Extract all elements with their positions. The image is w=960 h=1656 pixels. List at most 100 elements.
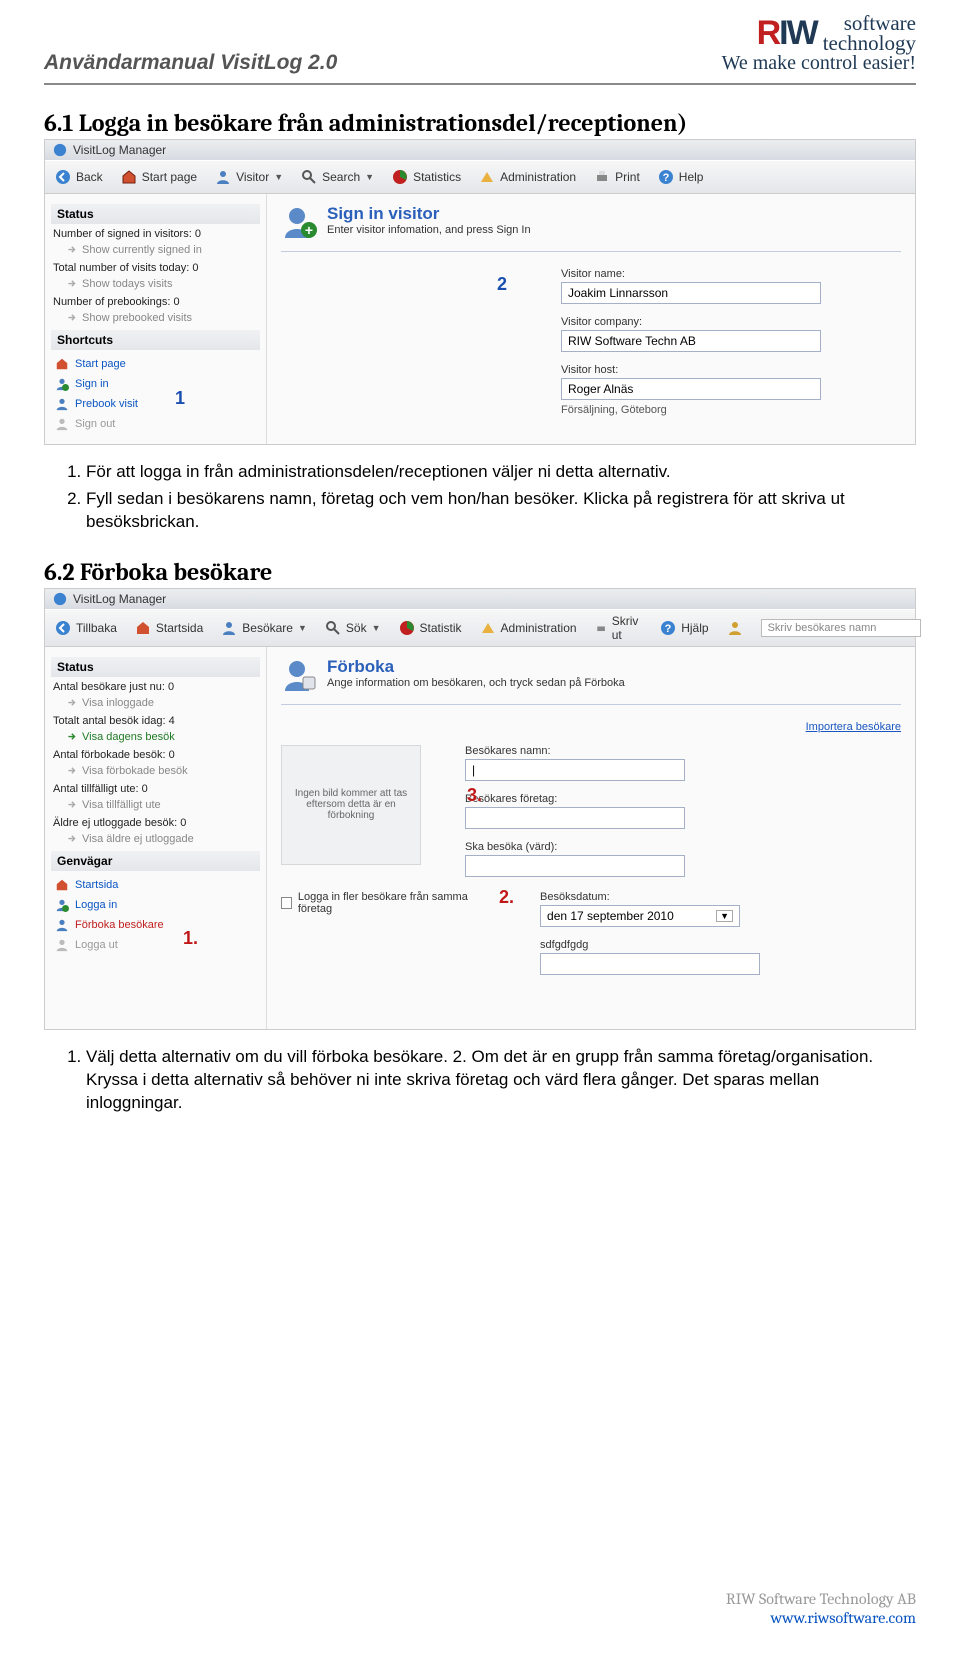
label-date: Besöksdatum:	[540, 891, 760, 903]
status-sub-link[interactable]: Show prebooked visits	[67, 312, 258, 324]
shortcut-login[interactable]: Logga in	[53, 895, 258, 915]
app-window-1: VisitLog Manager Back Start page Visitor…	[44, 139, 916, 445]
input-visitor-company[interactable]: RIW Software Techn AB	[561, 330, 821, 352]
checkbox-same-company[interactable]: Logga in fler besökare från samma företa…	[281, 891, 481, 915]
prebook-icon	[281, 657, 317, 698]
doc-title: Användarmanual VisitLog 2.0	[44, 51, 337, 75]
main-title: Sign in visitor	[327, 204, 531, 224]
shortcut-logout[interactable]: Logga ut	[53, 935, 258, 955]
toolbar-print[interactable]: Print	[594, 169, 640, 185]
status-sub-link[interactable]: Visa dagens besök	[67, 731, 258, 743]
toolbar-statistics[interactable]: Statistics	[392, 169, 461, 185]
toolbar-startpage[interactable]: Startsida	[135, 620, 203, 636]
status-line: Totalt antal besök idag: 4	[53, 715, 258, 727]
shortcut-startpage[interactable]: Startsida	[53, 875, 258, 895]
instruction-list-6-2: Välj detta alternativ om du vill förboka…	[64, 1046, 916, 1115]
annotation-2: 2	[497, 274, 507, 295]
status-line: Antal besökare just nu: 0	[53, 681, 258, 693]
import-link[interactable]: Importera besökare	[806, 721, 901, 733]
svg-text:?: ?	[665, 623, 672, 635]
toolbar-print[interactable]: Skriv ut	[595, 614, 643, 642]
toolbar: Tillbaka Startsida Besökare▼ Sök▼ Statis…	[45, 609, 915, 647]
annotation-3: 3.	[467, 785, 482, 806]
toolbar-admin[interactable]: Administration	[479, 169, 576, 185]
chevron-down-icon[interactable]: ▼	[716, 910, 733, 922]
shortcut-startpage[interactable]: Start page	[53, 354, 258, 374]
shortcuts-panel-title: Shortcuts	[51, 330, 260, 350]
label-extra: sdfgdfgdg	[540, 939, 760, 951]
toolbar-back[interactable]: Back	[55, 169, 103, 185]
label-company: Besökares företag:	[465, 793, 685, 805]
input-extra[interactable]	[540, 953, 760, 975]
app-icon	[53, 592, 67, 606]
toolbar-search[interactable]: Sök▼	[325, 620, 381, 636]
status-line: Antal förbokade besök: 0	[53, 749, 258, 761]
image-placeholder: Ingen bild kommer att tas eftersom detta…	[281, 745, 421, 865]
status-panel-title: Status	[51, 204, 260, 224]
section-heading-6-2: 6.2 Förboka besökare	[44, 558, 916, 586]
search-input[interactable]: Skriv besökares namn	[761, 619, 921, 637]
annotation-1: 1	[175, 388, 185, 409]
status-sub-link[interactable]: Visa tillfälligt ute	[67, 799, 258, 811]
main-desc: Ange information om besökaren, och tryck…	[327, 677, 901, 689]
main-title: Förboka	[327, 657, 901, 677]
toolbar-search[interactable]: Search▼	[301, 169, 374, 185]
toolbar: Back Start page Visitor▼ Search▼ Statist…	[45, 160, 915, 194]
input-host[interactable]	[465, 855, 685, 877]
window-titlebar: VisitLog Manager	[45, 140, 915, 160]
instruction-list-6-1: För att logga in från administrationsdel…	[64, 461, 916, 534]
input-visitor-name[interactable]: Joakim Linnarsson	[561, 282, 821, 304]
section-heading-6-1: 6.1 Logga in besökare från administratio…	[44, 109, 916, 137]
app-icon	[53, 143, 67, 157]
status-line: Total number of visits today: 0	[53, 262, 258, 274]
toolbar-help[interactable]: ?Help	[658, 169, 704, 185]
main-panel: + Sign in visitor Enter visitor infomati…	[267, 194, 915, 444]
toolbar-visitor[interactable]: Visitor▼	[215, 169, 283, 185]
shortcut-signout[interactable]: Sign out	[53, 414, 258, 434]
svg-text:?: ?	[662, 172, 669, 184]
footer-link[interactable]: www.riwsoftware.com	[726, 1609, 916, 1628]
status-line: Äldre ej utloggade besök: 0	[53, 817, 258, 829]
label-name: Besökares namn:	[465, 745, 685, 757]
status-sub-link[interactable]: Visa förbokade besök	[67, 765, 258, 777]
toolbar-startpage[interactable]: Start page	[121, 169, 197, 185]
input-date[interactable]: den 17 september 2010 ▼	[540, 905, 740, 927]
toolbar-statistics[interactable]: Statistik	[399, 620, 462, 636]
status-line: Number of signed in visitors: 0	[53, 228, 258, 240]
annotation-1: 1.	[183, 928, 198, 949]
input-visitor-host[interactable]: Roger Alnäs	[561, 378, 821, 400]
input-name[interactable]: |	[465, 759, 685, 781]
status-sub-link[interactable]: Show todays visits	[67, 278, 258, 290]
annotation-2: 2.	[499, 887, 514, 908]
footer: RIW Software Technology AB www.riwsoftwa…	[726, 1590, 916, 1628]
sidebar: Status Number of signed in visitors: 0 S…	[45, 194, 267, 444]
shortcut-prebook[interactable]: Förboka besökare	[53, 915, 258, 935]
checkbox-icon[interactable]	[281, 897, 292, 909]
shortcuts-panel-title: Genvägar	[51, 851, 260, 871]
main-panel: Förboka Ange information om besökaren, o…	[267, 647, 915, 1029]
status-sub-link[interactable]: Visa inloggade	[67, 697, 258, 709]
toolbar-user[interactable]	[727, 620, 743, 636]
status-sub-link[interactable]: Visa äldre ej utloggade	[67, 833, 258, 845]
toolbar-back[interactable]: Tillbaka	[55, 620, 117, 636]
window-titlebar: VisitLog Manager	[45, 589, 915, 609]
status-line: Number of prebookings: 0	[53, 296, 258, 308]
toolbar-admin[interactable]: Administration	[480, 620, 577, 636]
main-desc: Enter visitor infomation, and press Sign…	[327, 224, 531, 236]
signin-visitor-icon: +	[281, 204, 317, 245]
label-host: Ska besöka (värd):	[465, 841, 685, 853]
input-company[interactable]	[465, 807, 685, 829]
shortcut-signin[interactable]: Sign in	[53, 374, 258, 394]
app-window-2: VisitLog Manager Tillbaka Startsida Besö…	[44, 588, 916, 1030]
label-visitor-host: Visitor host:	[561, 364, 821, 376]
status-panel-title: Status	[51, 657, 260, 677]
toolbar-visitor[interactable]: Besökare▼	[221, 620, 307, 636]
toolbar-help[interactable]: ?Hjälp	[660, 620, 708, 636]
label-visitor-company: Visitor company:	[561, 316, 821, 328]
status-line: Antal tillfälligt ute: 0	[53, 783, 258, 795]
status-sub-link[interactable]: Show currently signed in	[67, 244, 258, 256]
svg-text:+: +	[305, 222, 313, 238]
shortcut-prebook[interactable]: Prebook visit	[53, 394, 258, 414]
host-note: Försäljning, Göteborg	[561, 404, 821, 416]
sidebar: Status Antal besökare just nu: 0 Visa in…	[45, 647, 267, 1029]
